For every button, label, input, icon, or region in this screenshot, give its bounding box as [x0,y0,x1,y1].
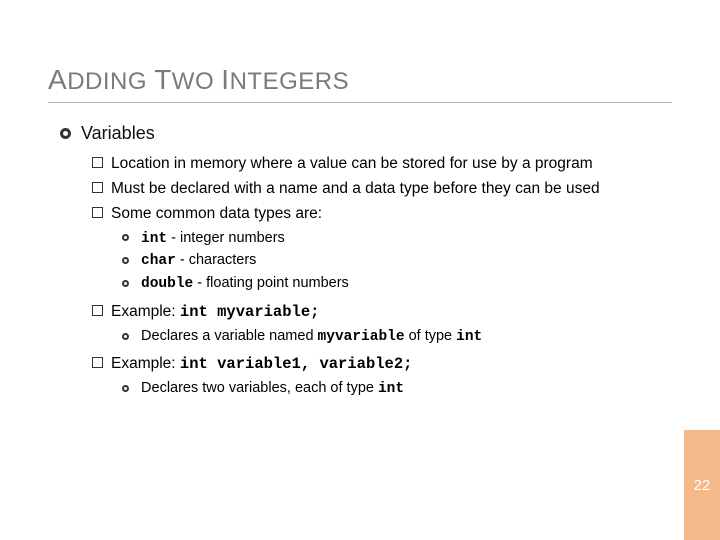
bullet-location: Location in memory where a value can be … [92,154,672,175]
example-2-sub: Declares two variables, each of type int [122,379,672,400]
example-2-detail: Declares two variables, each of type int [122,379,672,400]
ring-bullet-icon [122,257,129,264]
code-int: int [141,231,167,247]
sub-text: Declares two variables, each of type [141,380,378,396]
section-variables: Variables Location in memory where a val… [60,123,672,399]
code-double: double [141,276,193,292]
section-heading: Variables [81,123,155,144]
ring-bullet-icon [122,385,129,392]
bullet-common-types: Some common data types are: [92,204,672,225]
slide-content: ADDING TWO INTEGERS Variables Location i… [0,0,720,421]
sub-code-2: int [456,329,482,345]
example-text: Example: int variable1, variable2; [111,354,672,375]
slide-title: ADDING TWO INTEGERS [48,64,672,103]
ring-bullet-icon [122,280,129,287]
type-desc: - integer numbers [167,230,285,246]
bullet-text: Some common data types are: [111,204,672,225]
example-label: Example: [111,303,180,320]
sub-text-a: Declares a variable named [141,328,318,344]
example-1-sub: Declares a variable named myvariable of … [122,327,672,348]
page-number: 22 [694,477,711,494]
sub-text-b: of type [405,328,457,344]
example-code: int variable1, variable2; [180,355,413,373]
square-bullet-icon [92,207,103,218]
section-heading-row: Variables [60,123,672,144]
type-char: char - characters [122,251,672,272]
type-list: int - integer numbers char - characters … [122,229,672,295]
bullet-text: Must be declared with a name and a data … [111,179,672,200]
example-label: Example: [111,355,180,372]
page-number-badge: 22 [684,430,720,540]
bullet-text: Location in memory where a value can be … [111,154,672,175]
example-text: Example: int myvariable; [111,302,672,323]
example-1: Example: int myvariable; [92,302,672,323]
square-bullet-icon [92,357,103,368]
sub-code-1: myvariable [318,329,405,345]
ring-bullet-icon [122,234,129,241]
ring-bullet-icon [60,128,71,139]
sub-code: int [378,381,404,397]
bullet-declared: Must be declared with a name and a data … [92,179,672,200]
example-1-detail: Declares a variable named myvariable of … [122,327,672,348]
ring-bullet-icon [122,333,129,340]
type-desc: - characters [176,252,257,268]
square-bullet-icon [92,157,103,168]
square-bullet-icon [92,305,103,316]
example-code: int myvariable; [180,303,320,321]
type-double: double - floating point numbers [122,274,672,295]
example-2: Example: int variable1, variable2; [92,354,672,375]
type-desc: - floating point numbers [193,275,349,291]
code-char: char [141,253,176,269]
square-bullet-icon [92,182,103,193]
type-int: int - integer numbers [122,229,672,250]
